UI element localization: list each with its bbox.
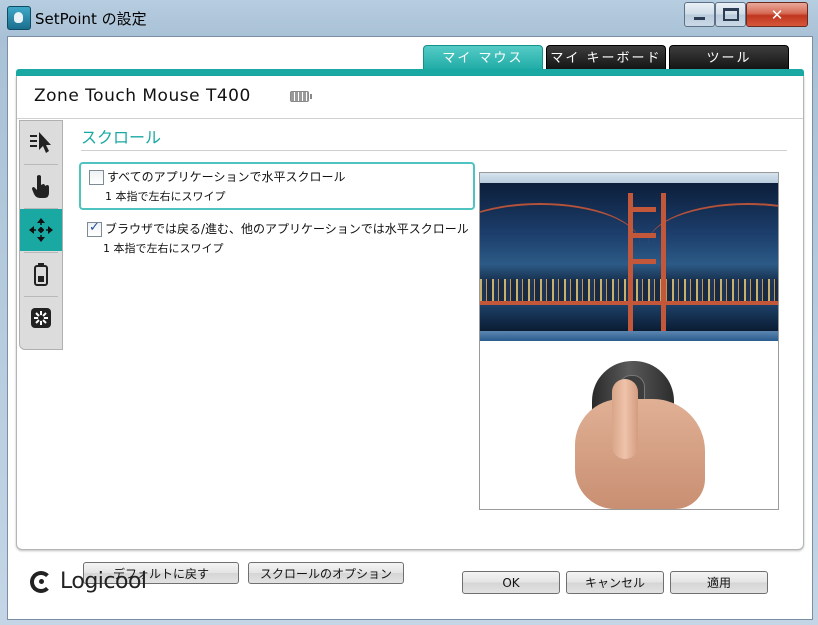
checkbox-browser-back-forward[interactable] bbox=[87, 220, 102, 237]
sidebar-item-pointer[interactable] bbox=[20, 121, 62, 163]
option-label: ブラウザでは戻る/進む、他のアプリケーションでは水平スクロール bbox=[105, 222, 469, 236]
device-battery-icon bbox=[290, 91, 312, 102]
mouse-settings-panel: Zone Touch Mouse T400 スクロール すべてのアプリケーション… bbox=[16, 76, 804, 584]
preview-browser-bar bbox=[480, 173, 778, 183]
dialog-client-area: マイ マウス マイ キーボード ツール Zone Touch Mouse T40… bbox=[7, 36, 813, 620]
minimize-button[interactable] bbox=[684, 2, 715, 27]
option-label: すべてのアプリケーションで水平スクロール bbox=[107, 170, 346, 184]
section-title-scroll: スクロール bbox=[81, 128, 162, 147]
option-browser-back-forward[interactable]: ブラウザでは戻る/進む、他のアプリケーションでは水平スクロール 1 本指で左右に… bbox=[79, 216, 471, 258]
cancel-button[interactable]: キャンセル bbox=[566, 571, 664, 594]
pointer-speed-icon bbox=[30, 132, 51, 153]
minimize-icon bbox=[694, 17, 705, 20]
close-button[interactable]: ✕ bbox=[746, 2, 808, 27]
battery-icon bbox=[34, 263, 48, 286]
preview-bridge-photo bbox=[480, 183, 778, 333]
preview-taskbar bbox=[480, 331, 778, 341]
option-horizontal-scroll-all[interactable]: すべてのアプリケーションで水平スクロール 1 本指で左右にスワイプ bbox=[79, 162, 475, 210]
checkbox-horizontal-scroll-all[interactable] bbox=[89, 170, 104, 185]
sidebar-item-settings[interactable] bbox=[20, 297, 62, 339]
logicool-logo-icon bbox=[30, 570, 52, 593]
scroll-options-button[interactable]: スクロールのオプション bbox=[248, 562, 404, 584]
option-description: 1 本指で左右にスワイプ bbox=[105, 190, 226, 203]
title-bar: SetPoint の設定 ✕ bbox=[0, 0, 818, 36]
setpoint-app-icon bbox=[7, 6, 31, 30]
close-icon: ✕ bbox=[770, 5, 784, 24]
tab-my-mouse[interactable]: マイ マウス bbox=[423, 45, 543, 72]
gesture-preview-image bbox=[479, 172, 779, 510]
maximize-button[interactable] bbox=[715, 2, 746, 27]
tab-accent-bar bbox=[16, 69, 804, 76]
brand-name: Logicool bbox=[60, 569, 147, 594]
header-divider bbox=[17, 118, 803, 119]
sidebar-item-battery[interactable] bbox=[20, 253, 62, 295]
device-name: Zone Touch Mouse T400 bbox=[34, 86, 251, 106]
ok-button[interactable]: OK bbox=[462, 571, 560, 594]
tab-my-keyboard[interactable]: マイ キーボード bbox=[546, 45, 666, 72]
sidebar-item-scroll[interactable] bbox=[20, 209, 62, 251]
window-title: SetPoint の設定 bbox=[35, 10, 147, 28]
tab-strip: マイ マウス マイ キーボード ツール bbox=[423, 45, 789, 72]
sidebar-item-touch[interactable] bbox=[20, 165, 62, 207]
settings-gear-icon bbox=[31, 308, 51, 328]
scroll-arrows-icon bbox=[29, 218, 53, 242]
settings-sidebar bbox=[19, 120, 63, 350]
option-description: 1 本指で左右にスワイプ bbox=[103, 242, 224, 255]
tab-tools[interactable]: ツール bbox=[669, 45, 789, 72]
touch-hand-icon bbox=[32, 175, 49, 198]
logicool-logo: Logicool bbox=[30, 569, 147, 594]
section-divider bbox=[81, 150, 787, 151]
maximize-icon bbox=[722, 8, 739, 21]
preview-hand-on-mouse bbox=[480, 341, 778, 509]
apply-button[interactable]: 適用 bbox=[670, 571, 768, 594]
